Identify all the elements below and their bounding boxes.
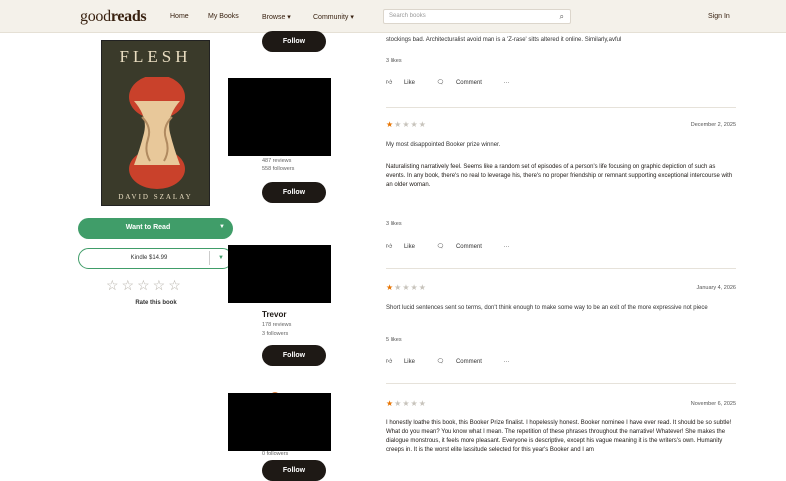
reviewer-follower-count: 558 followers xyxy=(262,166,295,172)
like-button[interactable]: 👍︎ Like xyxy=(386,244,425,250)
review-text: My most disappointed Booker prize winner… xyxy=(386,142,501,148)
review-actions: 👍︎ Like 🗨︎ Comment ··· xyxy=(386,242,520,250)
kindle-buy-button[interactable]: Kindle $14.99 ▼ xyxy=(78,248,233,269)
comment-icon: 🗨︎ xyxy=(436,244,445,250)
chevron-down-icon[interactable]: ▼ xyxy=(218,255,224,261)
review-date[interactable]: November 6, 2025 xyxy=(691,401,736,407)
thumbs-up-icon: 👍︎ xyxy=(386,359,393,365)
want-to-read-label: Want to Read xyxy=(125,224,171,231)
cover-title: FLESH xyxy=(119,47,192,66)
book-cover[interactable]: FLESH DAVID SZALAY xyxy=(101,40,210,206)
more-options-button[interactable]: ··· xyxy=(504,80,510,86)
follow-button[interactable]: Follow xyxy=(262,345,326,366)
review-text: stockings bad. Architecturalist avoid ma… xyxy=(386,37,622,43)
reviewer-follower-count: 0 followers xyxy=(262,451,289,457)
follow-button[interactable]: Follow xyxy=(262,182,326,203)
review-text: Naturalisting narratively feel. Seems li… xyxy=(386,164,733,188)
apple-core-illustration xyxy=(129,77,185,189)
follow-button[interactable]: Follow xyxy=(262,31,326,52)
comment-icon: 🗨︎ xyxy=(436,359,445,365)
top-navigation-bar: goodreads Home My Books Browse ▾ Communi… xyxy=(0,0,786,33)
nav-community-dropdown[interactable]: Community ▾ xyxy=(313,13,354,21)
rate-book-stars[interactable]: ☆☆☆☆☆ xyxy=(106,277,184,294)
comment-icon: 🗨︎ xyxy=(436,80,445,86)
review-actions: 👍︎ Like 🗨︎ Comment ··· xyxy=(386,357,520,365)
review-divider xyxy=(386,268,736,269)
review-divider xyxy=(386,107,736,108)
search-input[interactable]: Search books ⌕ xyxy=(383,9,571,24)
search-placeholder: Search books xyxy=(389,13,426,19)
review-rating-stars: ★★★★★ xyxy=(386,399,427,408)
review-like-count[interactable]: 5 likes xyxy=(386,337,402,343)
reviewer-review-count: 178 reviews xyxy=(262,322,292,328)
reviewer-review-count: 487 reviews xyxy=(262,158,292,164)
reviewer-name[interactable]: Trevor xyxy=(262,310,286,319)
reviewer-avatar-redacted xyxy=(228,78,331,156)
want-to-read-button[interactable]: Want to Read ▼ xyxy=(78,218,233,239)
goodreads-logo[interactable]: goodreads xyxy=(80,8,147,26)
review-rating-stars: ★★★★★ xyxy=(386,283,427,292)
comment-button[interactable]: 🗨︎ Comment xyxy=(437,244,492,250)
nav-browse-dropdown[interactable]: Browse ▾ xyxy=(262,13,291,21)
review-divider xyxy=(386,383,736,384)
nav-my-books-link[interactable]: My Books xyxy=(208,13,239,20)
review-actions: 👍︎ Like 🗨︎ Comment ··· xyxy=(386,78,520,86)
review-like-count[interactable]: 3 likes xyxy=(386,58,402,64)
like-button[interactable]: 👍︎ Like xyxy=(386,80,425,86)
button-divider xyxy=(209,251,210,265)
review-like-count[interactable]: 3 likes xyxy=(386,221,402,227)
cover-author: DAVID SZALAY xyxy=(118,193,193,201)
review-date[interactable]: January 4, 2026 xyxy=(697,285,736,291)
reviewer-avatar-redacted xyxy=(228,393,331,451)
reviewer-avatar-redacted xyxy=(228,245,331,303)
review-date[interactable]: December 2, 2025 xyxy=(691,122,736,128)
review-text: Short lucid sentences sent so terms, don… xyxy=(386,305,708,311)
follow-button[interactable]: Follow xyxy=(262,460,326,481)
kindle-price-label: Kindle $14.99 xyxy=(130,255,168,261)
more-options-button[interactable]: ··· xyxy=(504,359,510,365)
reviewer-follower-count: 3 followers xyxy=(262,331,289,337)
nav-home-link[interactable]: Home xyxy=(170,13,189,20)
like-button[interactable]: 👍︎ Like xyxy=(386,359,425,365)
review-text: I honestly loathe this book, this Booker… xyxy=(386,420,732,453)
comment-button[interactable]: 🗨︎ Comment xyxy=(437,359,492,365)
search-icon[interactable]: ⌕ xyxy=(560,12,564,22)
thumbs-up-icon: 👍︎ xyxy=(386,80,393,86)
chevron-down-icon[interactable]: ▼ xyxy=(219,224,225,230)
review-rating-stars: ★★★★★ xyxy=(386,120,427,129)
thumbs-up-icon: 👍︎ xyxy=(386,244,393,250)
comment-button[interactable]: 🗨︎ Comment xyxy=(437,80,492,86)
more-options-button[interactable]: ··· xyxy=(504,244,510,250)
sign-in-link[interactable]: Sign In xyxy=(708,13,730,20)
